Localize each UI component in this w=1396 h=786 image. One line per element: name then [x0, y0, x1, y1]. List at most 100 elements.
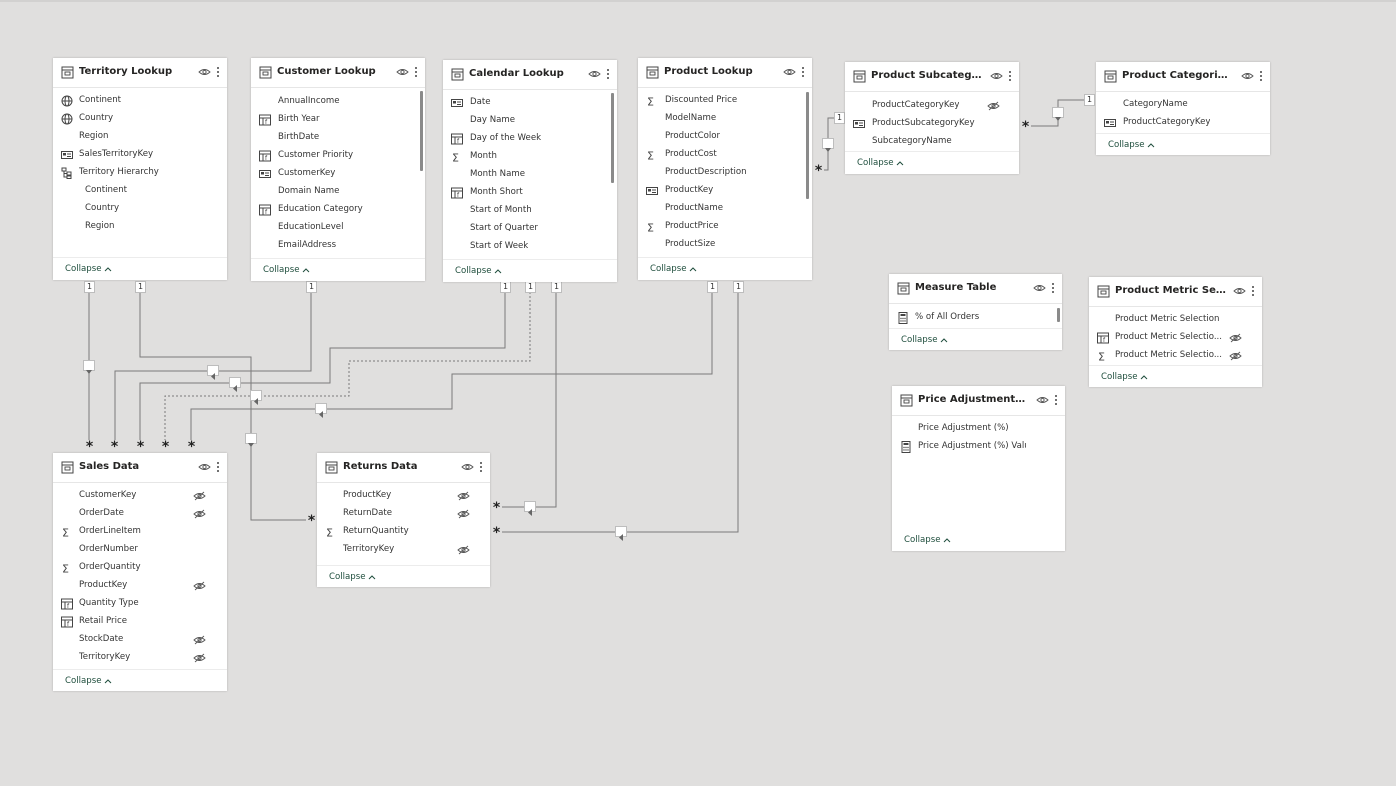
eye-icon[interactable]: [198, 67, 211, 77]
field-row[interactable]: Price Adjustment (%) Value: [892, 438, 1065, 456]
collapse-button[interactable]: Collapse: [904, 535, 951, 545]
hidden-field-icon[interactable]: [193, 635, 206, 645]
field-row[interactable]: SalesTerritoryKey: [53, 146, 227, 164]
field-row[interactable]: ProductDescription: [638, 164, 812, 182]
eye-icon[interactable]: [396, 67, 409, 77]
table-header[interactable]: Product Subcategorie...: [845, 62, 1019, 92]
field-row[interactable]: f Month Short: [443, 184, 617, 202]
more-options-icon[interactable]: [800, 65, 806, 79]
field-row[interactable]: Σ OrderQuantity: [53, 559, 227, 577]
field-row[interactable]: f Customer Priority: [251, 147, 425, 165]
table-header[interactable]: Returns Data: [317, 453, 490, 483]
eye-icon[interactable]: [1036, 395, 1049, 405]
field-row[interactable]: BirthDate: [251, 129, 425, 147]
field-row[interactable]: Start of Quarter: [443, 220, 617, 238]
eye-icon[interactable]: [461, 462, 474, 472]
field-row[interactable]: ReturnDate: [317, 505, 490, 523]
eye-icon[interactable]: [1241, 71, 1254, 81]
field-row[interactable]: Start of Week: [443, 238, 617, 256]
field-row[interactable]: Start of Month: [443, 202, 617, 220]
field-row[interactable]: Territory Hierarchy: [53, 164, 227, 182]
collapse-button[interactable]: Collapse: [455, 266, 502, 276]
more-options-icon[interactable]: [215, 460, 221, 474]
hidden-field-icon[interactable]: [457, 491, 470, 501]
more-options-icon[interactable]: [215, 65, 221, 79]
field-row[interactable]: f Retail Price: [53, 613, 227, 631]
table-card-territory[interactable]: Territory Lookup Continent Country Region S…: [53, 58, 227, 280]
hidden-field-icon[interactable]: [193, 491, 206, 501]
filter-direction-left-icon[interactable]: [524, 501, 536, 516]
more-options-icon[interactable]: [1250, 284, 1256, 298]
more-options-icon[interactable]: [1258, 69, 1264, 83]
field-row[interactable]: Σ Discounted Price: [638, 92, 812, 110]
field-row[interactable]: ProductName: [638, 200, 812, 218]
more-options-icon[interactable]: [1007, 69, 1013, 83]
table-header[interactable]: Territory Lookup: [53, 58, 227, 88]
filter-direction-down-icon[interactable]: [245, 433, 257, 447]
field-row[interactable]: ProductSize: [638, 236, 812, 254]
collapse-button[interactable]: Collapse: [857, 158, 904, 168]
hidden-field-icon[interactable]: [193, 509, 206, 519]
table-card-returns[interactable]: Returns Data ProductKey ReturnDate Σ Return…: [317, 453, 490, 587]
eye-icon[interactable]: [783, 67, 796, 77]
field-row[interactable]: ProductKey: [638, 182, 812, 200]
hidden-field-icon[interactable]: [193, 581, 206, 591]
collapse-button[interactable]: Collapse: [329, 572, 376, 582]
more-options-icon[interactable]: [605, 67, 611, 81]
filter-direction-left-icon[interactable]: [250, 390, 262, 405]
field-row[interactable]: EmailAddress: [251, 237, 425, 255]
more-options-icon[interactable]: [1050, 281, 1056, 295]
field-row[interactable]: f Education Category: [251, 201, 425, 219]
field-row[interactable]: ProductCategoryKey: [1096, 114, 1270, 132]
table-header[interactable]: Product Categories L...: [1096, 62, 1270, 92]
table-card-product[interactable]: Product Lookup Σ Discounted Price ModelNam…: [638, 58, 812, 280]
field-row[interactable]: Domain Name: [251, 183, 425, 201]
scrollbar[interactable]: [420, 91, 423, 171]
field-row[interactable]: f Birth Year: [251, 111, 425, 129]
field-row[interactable]: Σ Product Metric Selectio...: [1089, 347, 1262, 365]
field-row[interactable]: AnnualIncome: [251, 93, 425, 111]
more-options-icon[interactable]: [478, 460, 484, 474]
table-card-customer[interactable]: Customer Lookup AnnualIncome f Birth Year B…: [251, 58, 425, 281]
table-card-subcategories[interactable]: Product Subcategorie... ProductCategoryK…: [845, 62, 1019, 174]
field-row[interactable]: ProductKey: [317, 487, 490, 505]
collapse-button[interactable]: Collapse: [650, 264, 697, 274]
table-header[interactable]: Measure Table: [889, 274, 1062, 304]
table-card-measure[interactable]: Measure Table % of All Orders Collapse: [889, 274, 1062, 350]
table-header[interactable]: Price Adjustment (%): [892, 386, 1065, 416]
eye-icon[interactable]: [198, 462, 211, 472]
hidden-field-icon[interactable]: [987, 101, 1000, 111]
table-header[interactable]: Product Lookup: [638, 58, 812, 88]
field-row[interactable]: EducationLevel: [251, 219, 425, 237]
field-row[interactable]: Continent: [53, 92, 227, 110]
table-header[interactable]: Calendar Lookup: [443, 60, 617, 90]
filter-direction-down-icon[interactable]: [822, 138, 834, 152]
field-row[interactable]: % of All Orders: [889, 309, 1062, 327]
field-row[interactable]: Region: [53, 218, 227, 236]
collapse-button[interactable]: Collapse: [1101, 372, 1148, 382]
field-row[interactable]: Day Name: [443, 112, 617, 130]
table-header[interactable]: Customer Lookup: [251, 58, 425, 88]
field-row[interactable]: ProductCategoryKey: [845, 97, 1019, 115]
hidden-field-icon[interactable]: [1229, 333, 1242, 343]
field-row[interactable]: Σ ProductCost: [638, 146, 812, 164]
table-card-price-adjustment[interactable]: Price Adjustment (%) Price Adjustment (%…: [892, 386, 1065, 551]
table-card-metric-selection[interactable]: Product Metric Select... Product Metric …: [1089, 277, 1262, 387]
field-row[interactable]: Price Adjustment (%): [892, 420, 1065, 438]
field-row[interactable]: Σ ProductPrice: [638, 218, 812, 236]
scrollbar[interactable]: [806, 92, 809, 199]
filter-direction-left-icon[interactable]: [207, 365, 219, 380]
field-row[interactable]: OrderNumber: [53, 541, 227, 559]
collapse-button[interactable]: Collapse: [263, 265, 310, 275]
field-row[interactable]: Σ ReturnQuantity: [317, 523, 490, 541]
hidden-field-icon[interactable]: [457, 509, 470, 519]
field-row[interactable]: TerritoryKey: [53, 649, 227, 667]
filter-direction-left-icon[interactable]: [615, 526, 627, 541]
field-row[interactable]: TerritoryKey: [317, 541, 490, 559]
hidden-field-icon[interactable]: [193, 653, 206, 663]
filter-direction-left-icon[interactable]: [315, 403, 327, 418]
collapse-button[interactable]: Collapse: [65, 264, 112, 274]
filter-direction-down-icon[interactable]: [83, 360, 95, 374]
eye-icon[interactable]: [1233, 286, 1246, 296]
field-row[interactable]: f Product Metric Selectio...: [1089, 329, 1262, 347]
